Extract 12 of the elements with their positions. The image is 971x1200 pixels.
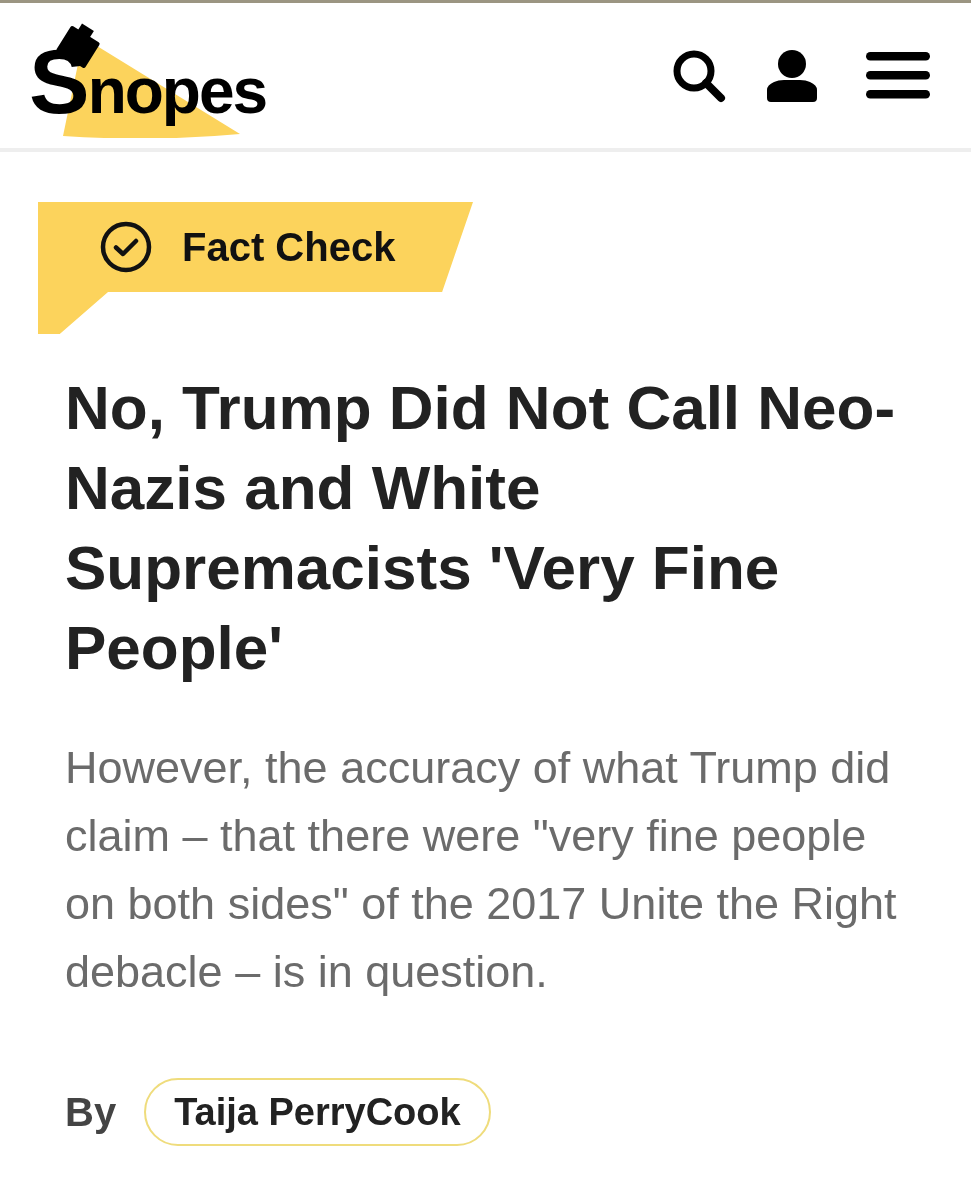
search-icon — [672, 48, 726, 103]
person-icon — [766, 49, 818, 102]
article-subtitle: However, the accuracy of what Trump did claim – that there were "very fine people on both sides" of the 2017 Unite the Right debacle – is in question. — [65, 741, 898, 999]
author-link[interactable]: Taija PerryCook — [144, 1078, 491, 1146]
menu-button[interactable] — [866, 52, 930, 99]
check-circle-icon — [100, 221, 152, 273]
byline-prefix: By — [65, 1089, 117, 1135]
account-button[interactable] — [766, 49, 818, 102]
menu-icon — [866, 52, 930, 99]
category-label: Fact Check — [182, 224, 396, 270]
search-button[interactable] — [672, 48, 726, 103]
article-title: No, Trump Did Not Call Neo-Nazis and White Supremacists 'Very Fine People' — [65, 372, 897, 684]
